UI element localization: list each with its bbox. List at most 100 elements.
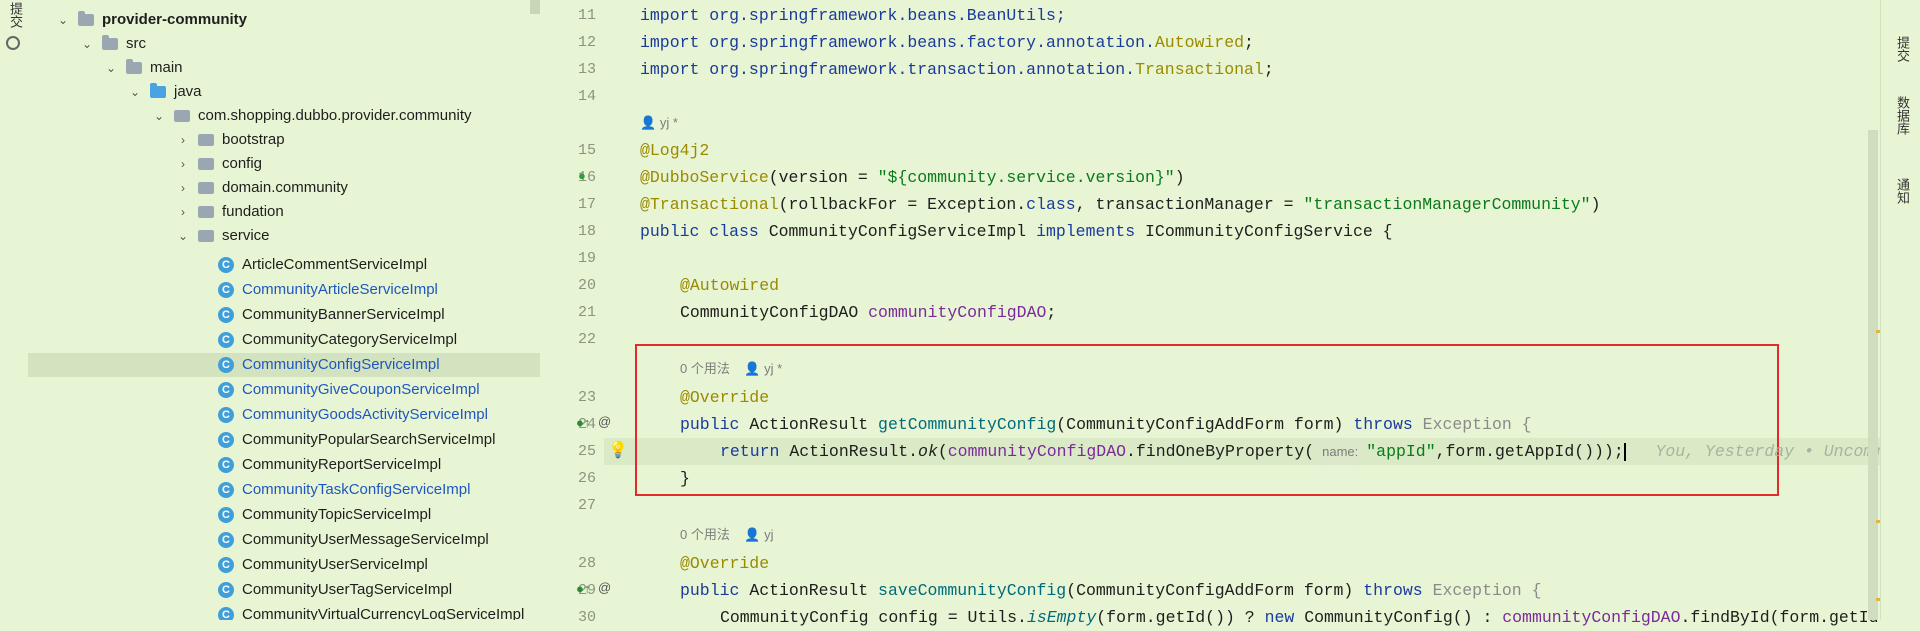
tree-item-service[interactable]: ⌄ service	[28, 224, 540, 248]
tree-label: service	[222, 227, 270, 244]
tree-item-domain-community[interactable]: › domain.community	[28, 176, 540, 200]
chevron-down-icon[interactable]: ⌄	[128, 80, 142, 104]
implementing-method-icon[interactable]: ●↑	[576, 415, 590, 430]
code-line-29[interactable]: public ActionResult saveCommunityConfig(…	[680, 577, 1542, 604]
code-token: isEmpty	[1026, 608, 1097, 627]
chevron-down-icon[interactable]: ⌄	[56, 8, 70, 32]
class-icon: C	[218, 532, 234, 548]
tree-item-provider-community[interactable]: ⌄ provider-community	[28, 8, 540, 32]
lightbulb-icon[interactable]: 💡	[608, 440, 628, 460]
author-hint[interactable]: 👤 yj *	[640, 112, 678, 134]
tree-item-java[interactable]: ⌄ java	[28, 80, 540, 104]
tree-item-package[interactable]: ⌄ com.shopping.dubbo.provider.community	[28, 104, 540, 128]
tree-item-class-selected[interactable]: C CommunityConfigServiceImpl	[28, 353, 540, 377]
implementing-method-icon[interactable]: ●↑	[576, 581, 590, 596]
chevron-down-icon[interactable]: ⌄	[152, 104, 166, 128]
tree-item-class[interactable]: C CommunityBannerServiceImpl	[28, 303, 540, 327]
code-token: Autowired	[1154, 33, 1245, 52]
tree-scrollbar[interactable]	[530, 0, 540, 14]
tree-item-class[interactable]: C CommunityPopularSearchServiceImpl	[28, 428, 540, 452]
chevron-right-icon[interactable]: ›	[176, 152, 190, 176]
class-icon: C	[218, 607, 234, 620]
tree-item-class[interactable]: C CommunityUserServiceImpl	[28, 553, 540, 577]
tree-label: java	[174, 83, 202, 100]
code-line-26[interactable]: }	[680, 465, 690, 492]
tree-label: bootstrap	[222, 131, 285, 148]
tree-item-class[interactable]: C CommunityReportServiceImpl	[28, 453, 540, 477]
code-line-24[interactable]: public ActionResult getCommunityConfig(C…	[680, 411, 1532, 438]
tree-item-main[interactable]: ⌄ main	[28, 56, 540, 80]
inline-blame: You, Yesterday • Uncomm	[1655, 442, 1884, 461]
author-label: yj	[764, 527, 774, 542]
tree-item-bootstrap[interactable]: › bootstrap	[28, 128, 540, 152]
tree-item-config[interactable]: › config	[28, 152, 540, 176]
commit-tool-window[interactable]: 提交	[1893, 36, 1912, 62]
code-token: getCommunityConfig	[878, 415, 1057, 434]
line-number: 11	[577, 7, 596, 24]
code-line-11[interactable]: import org.springframework.beans.BeanUti…	[640, 2, 1066, 29]
tree-item-class[interactable]: C CommunityUserMessageServiceImpl	[28, 528, 540, 552]
code-token: @DubboService	[640, 168, 769, 187]
dubbo-service-icon[interactable]: ●	[578, 168, 586, 183]
code-editor[interactable]: 11 12 13 14 15 16 17 18 19 20 21 22 23 2…	[540, 0, 1883, 627]
code-token: (form.getId()) ?	[1096, 608, 1265, 627]
code-token: communityConfigDAO	[947, 442, 1126, 461]
code-token: (CommunityConfigAddForm form)	[1056, 415, 1354, 434]
code-token: ;	[1046, 303, 1057, 322]
code-token: "appId"	[1366, 442, 1436, 461]
line-number: 16	[577, 169, 596, 186]
code-line-25[interactable]: return ActionResult.ok(communityConfigDA…	[720, 438, 1883, 465]
tree-item-class[interactable]: C CommunityCategoryServiceImpl	[28, 328, 540, 352]
code-line-18[interactable]: public class CommunityConfigServiceImpl …	[640, 218, 1393, 245]
code-line-23[interactable]: @Override	[680, 384, 769, 411]
code-line-28[interactable]: @Override	[680, 550, 769, 577]
code-token: ICommunityConfigService {	[1135, 222, 1393, 241]
class-icon: C	[218, 357, 234, 373]
tree-label: domain.community	[222, 179, 348, 196]
code-line-13[interactable]: import org.springframework.transaction.a…	[640, 56, 1274, 83]
chevron-down-icon[interactable]: ⌄	[176, 224, 190, 248]
tree-label: CommunityPopularSearchServiceImpl	[242, 431, 496, 448]
code-token: CommunityConfigServiceImpl	[758, 222, 1037, 241]
code-line-30[interactable]: CommunityConfig config = Utils.isEmpty(f…	[720, 604, 1879, 631]
chevron-down-icon[interactable]: ⌄	[104, 56, 118, 80]
code-token: ,form.getAppId()));	[1435, 442, 1624, 461]
code-line-16[interactable]: @DubboService(version = "${community.ser…	[640, 164, 1185, 191]
database-tool-window[interactable]: 数据库	[1893, 96, 1912, 135]
tree-item-class[interactable]: C CommunityTaskConfigServiceImpl	[28, 478, 540, 502]
tree-item-class[interactable]: C CommunityGiveCouponServiceImpl	[28, 378, 540, 402]
chevron-down-icon[interactable]: ⌄	[80, 32, 94, 56]
tree-item-src[interactable]: ⌄ src	[28, 32, 540, 56]
tree-item-class[interactable]: C CommunityArticleServiceImpl	[28, 278, 540, 302]
tree-item-class[interactable]: C ArticleCommentServiceImpl	[28, 253, 540, 277]
line-number: 22	[577, 331, 596, 348]
code-line-15[interactable]: @Log4j2	[640, 137, 709, 164]
chevron-right-icon[interactable]: ›	[176, 128, 190, 152]
class-icon: C	[218, 457, 234, 473]
tree-item-fundation[interactable]: › fundation	[28, 200, 540, 224]
commit-tool-icon[interactable]	[6, 36, 20, 50]
code-token: @Override	[680, 554, 770, 573]
usages-hint[interactable]: 0 个用法 👤 yj *	[680, 358, 782, 380]
usages-hint[interactable]: 0 个用法 👤 yj	[680, 524, 774, 546]
commit-tool-label[interactable]: 提交	[6, 2, 25, 28]
editor-scrollbar[interactable]	[1868, 130, 1878, 620]
code-line-17[interactable]: @Transactional(rollbackFor = Exception.c…	[640, 191, 1601, 218]
code-line-12[interactable]: import org.springframework.beans.factory…	[640, 29, 1254, 56]
folder-icon	[126, 59, 142, 74]
code-line-21[interactable]: CommunityConfigDAO communityConfigDAO;	[680, 299, 1056, 326]
left-tool-strip: 提交	[0, 0, 29, 620]
tree-item-class[interactable]: C CommunityTopicServiceImpl	[28, 503, 540, 527]
tree-item-class[interactable]: C CommunityUserTagServiceImpl	[28, 578, 540, 602]
notifications-tool-window[interactable]: 通知	[1893, 178, 1912, 204]
tree-item-class[interactable]: C CommunityVirtualCurrencyLogServiceImpl	[28, 603, 540, 620]
annotation-at-icon[interactable]: @	[598, 580, 611, 595]
person-icon: 👤	[640, 115, 657, 130]
code-token: @Transactional	[640, 195, 779, 214]
code-line-20[interactable]: @Autowired	[680, 272, 779, 299]
chevron-right-icon[interactable]: ›	[176, 176, 190, 200]
chevron-right-icon[interactable]: ›	[176, 200, 190, 224]
annotation-at-icon[interactable]: @	[598, 414, 611, 429]
tree-item-class[interactable]: C CommunityGoodsActivityServiceImpl	[28, 403, 540, 427]
code-token: }	[680, 469, 690, 488]
